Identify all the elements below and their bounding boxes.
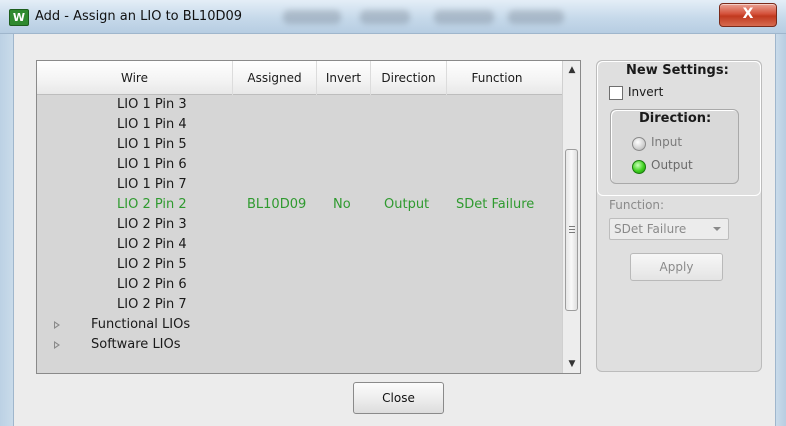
table-row[interactable]: LIO 1 Pin 3	[37, 95, 562, 115]
expand-triangle-icon[interactable]	[54, 341, 60, 349]
wire-cell: LIO 2 Pin 2	[117, 197, 187, 212]
wire-cell: LIO 1 Pin 6	[117, 157, 187, 172]
apply-button[interactable]: Apply	[630, 253, 723, 281]
group-label: Functional LIOs	[91, 317, 191, 332]
wire-cell: LIO 1 Pin 3	[117, 97, 187, 112]
invert-checkbox[interactable]	[609, 86, 623, 100]
blurred-title-fragment	[508, 10, 564, 24]
function-dropdown-value: SDet Failure	[614, 222, 687, 236]
output-radio[interactable]	[632, 160, 646, 174]
vertical-scrollbar[interactable]: ▲ ▼	[562, 61, 580, 373]
window-frame-right	[776, 34, 786, 426]
wire-cell: LIO 2 Pin 4	[117, 237, 187, 252]
direction-title: Direction:	[639, 111, 712, 126]
chevron-down-icon	[713, 227, 721, 231]
window-close-button[interactable]: X	[719, 3, 777, 27]
column-header-direction[interactable]: Direction	[371, 61, 447, 95]
invert-label: Invert	[628, 85, 664, 99]
blurred-title-fragment	[434, 10, 494, 24]
table-row[interactable]: LIO 1 Pin 6	[37, 155, 562, 175]
wire-cell: LIO 2 Pin 7	[117, 297, 187, 312]
tree-group-software[interactable]: Software LIOs	[37, 335, 562, 355]
table-row-selected[interactable]: LIO 2 Pin 2 BL10D09 No Output SDet Failu…	[37, 195, 562, 215]
input-radio-label: Input	[651, 135, 683, 149]
table-row[interactable]: LIO 2 Pin 6	[37, 275, 562, 295]
grip-icon	[569, 226, 575, 233]
invert-cell: No	[333, 197, 351, 212]
expand-triangle-icon[interactable]	[54, 321, 60, 329]
settings-panel: New Settings: Invert Direction: Input Ou…	[596, 60, 762, 372]
scroll-up-arrow-icon[interactable]: ▲	[563, 61, 580, 79]
app-icon: W	[9, 9, 29, 26]
list-header: Wire Assigned Invert Direction Function	[37, 61, 562, 95]
direction-cell: Output	[384, 197, 430, 212]
output-radio-label: Output	[651, 158, 693, 172]
wire-cell: LIO 1 Pin 5	[117, 137, 187, 152]
direction-group: Direction: Input Output	[610, 109, 739, 184]
table-row[interactable]: LIO 1 Pin 5	[37, 135, 562, 155]
column-header-function[interactable]: Function	[447, 61, 547, 95]
tree-group-functional[interactable]: Functional LIOs	[37, 315, 562, 335]
function-cell: SDet Failure	[456, 197, 535, 212]
column-header-assigned[interactable]: Assigned	[233, 61, 317, 95]
table-row[interactable]: LIO 1 Pin 4	[37, 115, 562, 135]
table-row[interactable]: LIO 2 Pin 7	[37, 295, 562, 315]
wire-cell: LIO 1 Pin 7	[117, 177, 187, 192]
table-row[interactable]: LIO 2 Pin 5	[37, 255, 562, 275]
dialog-window: W Add - Assign an LIO to BL10D09 X Wire …	[0, 0, 786, 426]
table-row[interactable]: LIO 1 Pin 7	[37, 175, 562, 195]
column-header-invert[interactable]: Invert	[317, 61, 371, 95]
function-label: Function:	[609, 198, 665, 212]
wire-cell: LIO 2 Pin 3	[117, 217, 187, 232]
table-row[interactable]: LIO 2 Pin 4	[37, 235, 562, 255]
wire-cell: LIO 2 Pin 6	[117, 277, 187, 292]
scroll-down-arrow-icon[interactable]: ▼	[563, 355, 580, 373]
blurred-title-fragment	[283, 10, 341, 24]
blurred-title-fragment	[360, 10, 410, 24]
wire-cell: LIO 2 Pin 5	[117, 257, 187, 272]
close-button[interactable]: Close	[353, 382, 444, 414]
scroll-thumb[interactable]	[565, 149, 578, 311]
input-radio[interactable]	[632, 137, 646, 151]
wire-cell: LIO 1 Pin 4	[117, 117, 187, 132]
window-frame-left	[0, 34, 13, 426]
table-row[interactable]: LIO 2 Pin 3	[37, 215, 562, 235]
new-settings-title: New Settings:	[624, 63, 731, 78]
group-label: Software LIOs	[91, 337, 181, 352]
title-bar[interactable]: W Add - Assign an LIO to BL10D09 X	[0, 0, 786, 34]
window-title: Add - Assign an LIO to BL10D09	[35, 9, 243, 24]
column-header-wire[interactable]: Wire	[37, 61, 233, 95]
assigned-cell: BL10D09	[247, 197, 307, 212]
lio-tree-list[interactable]: Wire Assigned Invert Direction Function …	[36, 60, 581, 374]
function-dropdown[interactable]: SDet Failure	[609, 218, 729, 240]
